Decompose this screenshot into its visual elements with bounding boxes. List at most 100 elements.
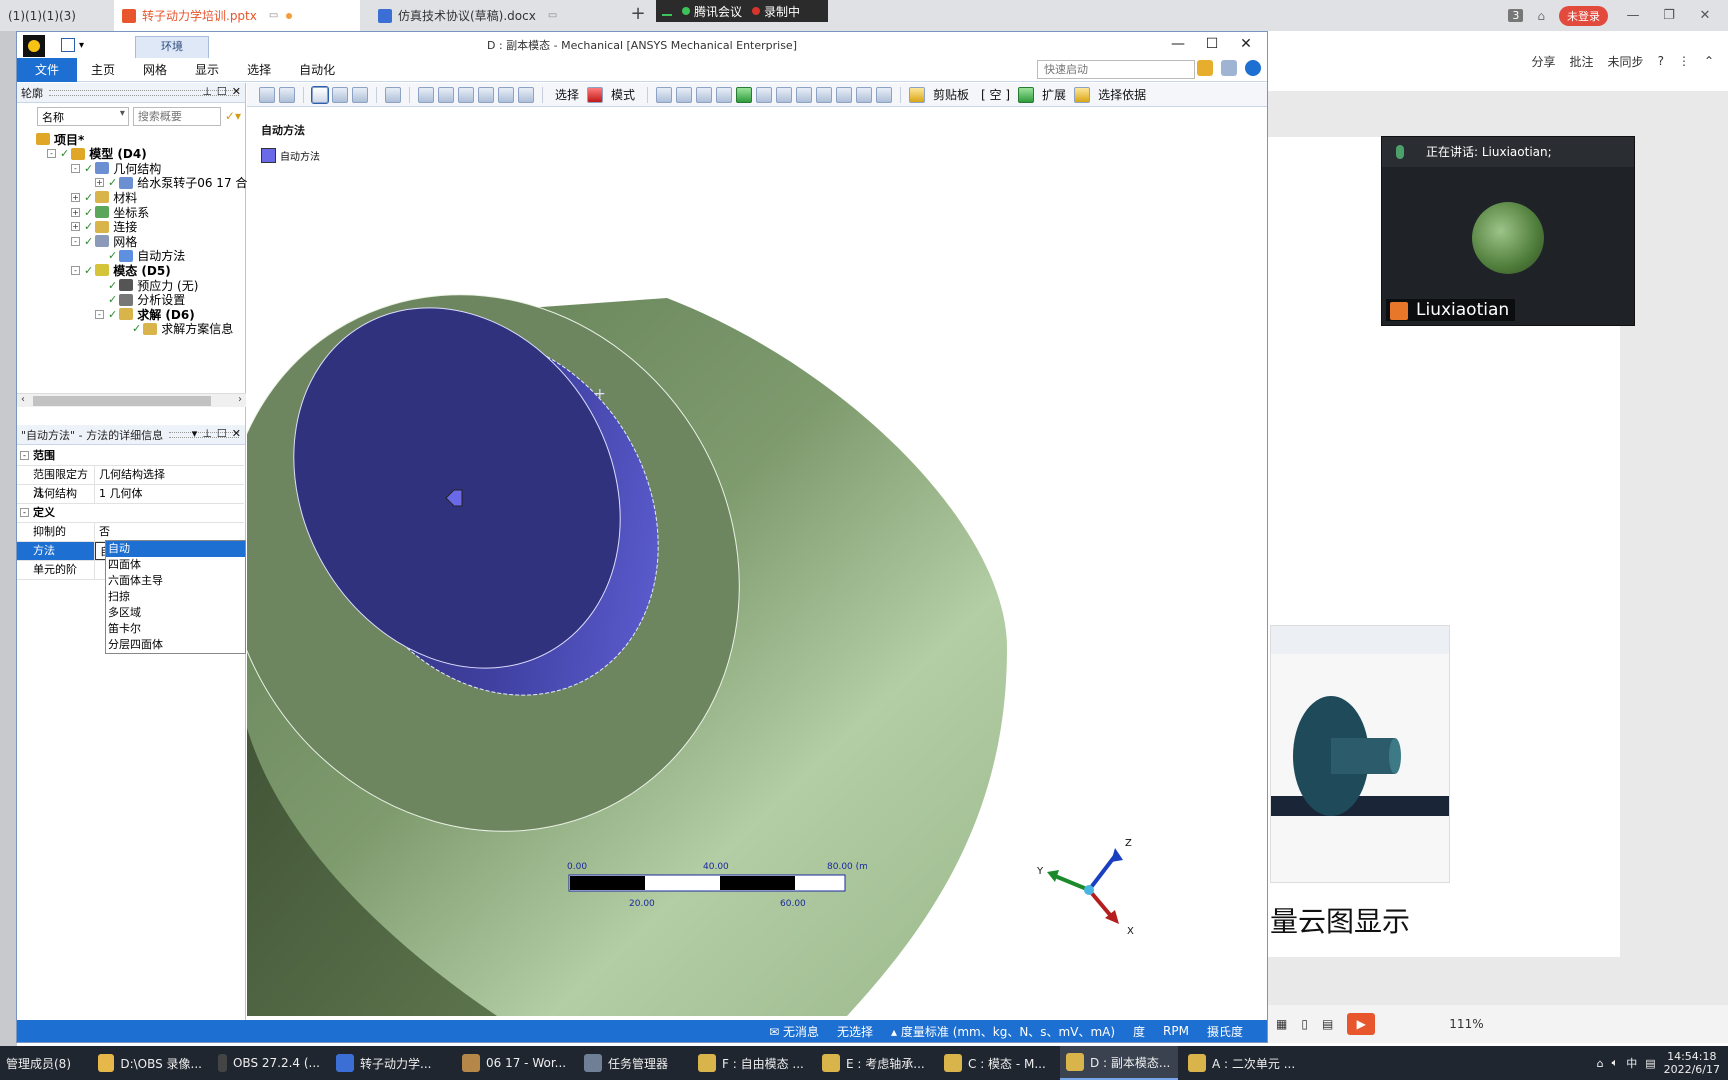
taskbar-item[interactable]: A : 二次单元 ...: [1182, 1046, 1306, 1080]
method-option[interactable]: 分层四面体: [106, 637, 245, 653]
select-edge-icon[interactable]: [676, 86, 693, 103]
tree-node[interactable]: ✓ 求解方案信息: [119, 321, 233, 337]
select-by-icon[interactable]: [1074, 86, 1091, 103]
zoom-in-icon[interactable]: [478, 86, 494, 103]
select-by-dropdown[interactable]: 选择依据: [1094, 86, 1150, 103]
collapse-icon[interactable]: -: [20, 451, 29, 460]
sync-button[interactable]: 未同步: [1608, 53, 1644, 70]
zoom-box-icon[interactable]: [279, 86, 295, 103]
outline-search-input[interactable]: [132, 106, 221, 126]
select-label[interactable]: 选择: [551, 86, 583, 103]
method-dropdown-list[interactable]: 自动 四面体 六面体主导 扫掠 多区域 笛卡尔 分层四面体: [105, 540, 246, 654]
notification-icon[interactable]: ▤: [1645, 1057, 1655, 1070]
ribbon-toggle-icon[interactable]: [1197, 60, 1213, 76]
video-panel[interactable]: 正在讲话: Liuxiaotian; Liuxiaotian: [1381, 136, 1635, 326]
expand-icon[interactable]: [1018, 86, 1035, 103]
taskbar-item[interactable]: 转子动力学...: [330, 1046, 452, 1080]
network-icon[interactable]: ⌂: [1597, 1057, 1604, 1070]
more-icon[interactable]: ⋮: [1678, 54, 1690, 68]
save-icon[interactable]: [61, 38, 75, 52]
play-button[interactable]: ▶: [1347, 1013, 1376, 1035]
minimize-icon[interactable]: —: [1622, 8, 1644, 23]
method-option[interactable]: 笛卡尔: [106, 621, 245, 637]
select-node-icon[interactable]: [756, 86, 773, 103]
expand-icon[interactable]: +: [95, 178, 104, 188]
zoom-all-icon[interactable]: [518, 86, 534, 103]
tree-node[interactable]: - ✓ 网格: [71, 233, 137, 249]
clipboard-dropdown[interactable]: 剪贴板: [929, 86, 973, 103]
menu-file[interactable]: 文件: [17, 57, 78, 82]
row-value[interactable]: 否: [95, 523, 244, 541]
wireframe-icon[interactable]: [332, 86, 348, 103]
collapse-icon[interactable]: -: [20, 508, 29, 517]
select-extend-icon[interactable]: [836, 86, 853, 103]
dropdown-icon[interactable]: ▾: [192, 427, 198, 440]
selection-status[interactable]: 无选择: [837, 1023, 873, 1040]
login-button[interactable]: 未登录: [1559, 5, 1608, 26]
messages-status[interactable]: ✉ 无消息: [769, 1023, 819, 1040]
menu-automation[interactable]: 自动化: [285, 58, 349, 82]
close-icon[interactable]: ✕: [232, 427, 241, 440]
method-option[interactable]: 扫掠: [106, 589, 245, 605]
angle-unit-status[interactable]: 度: [1133, 1023, 1145, 1040]
select-body-icon[interactable]: [716, 86, 733, 103]
row-value[interactable]: 1 几何体: [95, 485, 244, 503]
close-icon[interactable]: ✕: [1229, 32, 1263, 58]
tab-0[interactable]: (1)(1)(1)(3): [0, 0, 112, 31]
cursor-icon[interactable]: [587, 86, 604, 103]
row-value[interactable]: 几何结构选择: [95, 466, 244, 484]
select-element-icon[interactable]: [776, 86, 793, 103]
window-count-badge[interactable]: 3: [1508, 9, 1524, 22]
taskbar-item[interactable]: D : 副本模态...: [1060, 1046, 1178, 1080]
quick-access-dropdown-icon[interactable]: ▾: [79, 40, 84, 51]
pin-icon[interactable]: [1221, 60, 1237, 76]
units-status[interactable]: ▴ 度量标准 (mm、kg、N、s、mV、mA): [891, 1023, 1115, 1040]
method-option[interactable]: 四面体: [106, 557, 245, 573]
taskbar-item[interactable]: 任务管理器: [578, 1046, 688, 1080]
maximize-icon[interactable]: ☐: [217, 85, 227, 98]
zoom-icon[interactable]: [458, 86, 474, 103]
filter-options-icon[interactable]: ✓▾: [225, 109, 241, 123]
select-vertex-icon[interactable]: [656, 86, 673, 103]
graphics-icon[interactable]: [385, 86, 401, 103]
close-icon[interactable]: ✕: [232, 85, 241, 98]
pin-icon[interactable]: ⊥: [202, 85, 212, 98]
rotate-icon[interactable]: [418, 86, 434, 103]
menu-display[interactable]: 显示: [181, 58, 233, 82]
shaded-icon[interactable]: [311, 85, 329, 104]
collapse-icon[interactable]: -: [71, 236, 80, 246]
clock[interactable]: 14:54:18 2022/6/17: [1664, 1050, 1720, 1076]
axis-triad[interactable]: Z Y X: [1031, 826, 1141, 936]
zoom-level[interactable]: 111%: [1449, 1017, 1483, 1031]
details-row[interactable]: 范围限定方法 几何结构选择: [17, 466, 244, 499]
tab-pptx[interactable]: 转子动力学培训.pptx ▭: [114, 0, 360, 31]
restore-icon[interactable]: ❐: [1658, 8, 1680, 23]
clipboard-icon[interactable]: [909, 86, 926, 103]
ime-indicator[interactable]: 中: [1626, 1055, 1637, 1071]
maximize-icon[interactable]: ☐: [1195, 32, 1229, 58]
method-option[interactable]: 多区域: [106, 605, 245, 621]
context-tab[interactable]: 环境: [135, 36, 209, 58]
select-active-icon[interactable]: [736, 86, 753, 103]
section-scope[interactable]: - 范围: [17, 447, 244, 466]
select-mesh-icon[interactable]: [816, 86, 833, 103]
select-points-icon[interactable]: [876, 86, 893, 103]
help-icon[interactable]: [1245, 60, 1261, 76]
rotation-unit-status[interactable]: RPM: [1163, 1024, 1189, 1038]
taskbar-item[interactable]: 管理成员(8): [0, 1046, 88, 1080]
select-face-icon[interactable]: [696, 86, 713, 103]
expand-icon[interactable]: +: [71, 192, 80, 202]
scroll-left-icon[interactable]: ‹: [21, 394, 25, 405]
menu-home[interactable]: 主页: [77, 58, 129, 82]
collapse-icon[interactable]: -: [47, 149, 56, 159]
collapse-icon[interactable]: -: [71, 265, 80, 275]
taskbar-item[interactable]: OBS 27.2.4 (...: [212, 1046, 326, 1080]
close-icon[interactable]: ✕: [1694, 8, 1716, 23]
quick-launch-input[interactable]: [1037, 60, 1195, 79]
method-option[interactable]: 自动: [106, 541, 245, 557]
meeting-bar[interactable]: 腾讯会议 录制中: [656, 0, 828, 22]
collapse-icon[interactable]: -: [71, 163, 80, 173]
edges-icon[interactable]: [352, 86, 368, 103]
pin-icon[interactable]: ⊥: [202, 427, 212, 440]
notes-icon[interactable]: ▤: [1322, 1017, 1333, 1031]
